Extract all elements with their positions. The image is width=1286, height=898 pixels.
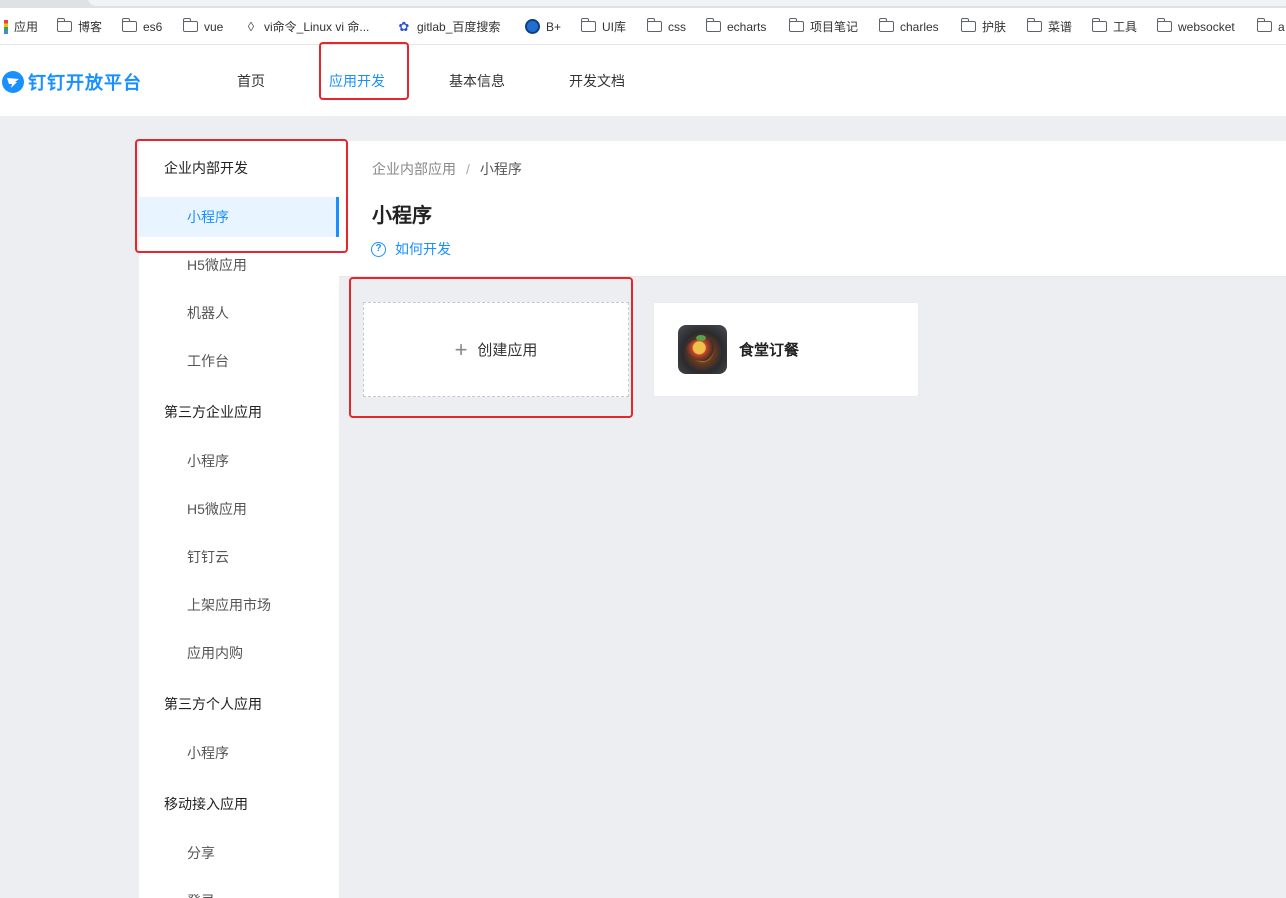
bookmark-folder[interactable]: 博客 bbox=[56, 8, 103, 44]
sidebar-group-title: 第三方个人应用 bbox=[164, 696, 262, 712]
apps-icon bbox=[4, 19, 8, 34]
breadcrumb-separator: / bbox=[466, 161, 470, 177]
bookmark-label: UI库 bbox=[602, 20, 627, 34]
bookmark-folder[interactable]: es6 bbox=[121, 8, 163, 44]
bookmark-link[interactable]: ◊ vi命令_Linux vi 命... bbox=[244, 8, 370, 44]
sidebar: 企业内部开发 小程序 H5微应用 机器人 工作台 第三方企业应用 小程序 H5微… bbox=[139, 141, 339, 898]
nav-app-development[interactable]: 应用开发 bbox=[329, 45, 385, 116]
nav-basic-info[interactable]: 基本信息 bbox=[449, 45, 505, 116]
bookmark-label: 项目笔记 bbox=[810, 20, 859, 34]
bookmark-label: B+ bbox=[546, 19, 562, 34]
vi-icon: ◊ bbox=[247, 18, 255, 34]
folder-icon bbox=[705, 18, 721, 32]
folder-icon bbox=[1256, 18, 1272, 32]
bookmark-folder[interactable]: vue bbox=[182, 8, 224, 44]
bookmark-label: 工具 bbox=[1113, 20, 1138, 34]
page-title: 小程序 bbox=[372, 205, 432, 227]
bookmark-label: gitlab_百度搜索 bbox=[417, 20, 501, 34]
sidebar-item-internal-miniprogram[interactable]: 小程序 bbox=[139, 197, 339, 237]
bookmark-label: es6 bbox=[143, 19, 163, 34]
bookmark-folder[interactable]: UI库 bbox=[580, 8, 627, 44]
sidebar-group-title: 企业内部开发 bbox=[164, 160, 248, 176]
bplus-icon bbox=[525, 19, 540, 34]
sidebar-item-dingtalk-cloud[interactable]: 钉钉云 bbox=[139, 537, 339, 577]
folder-icon bbox=[878, 18, 894, 32]
bookmark-folder[interactable]: css bbox=[646, 8, 686, 44]
bookmark-folder[interactable]: a bbox=[1256, 8, 1285, 44]
baidu-paw-icon: ✿ bbox=[398, 18, 410, 34]
bookmark-folder[interactable]: 工具 bbox=[1091, 8, 1138, 44]
bookmark-label: vue bbox=[204, 19, 224, 34]
sidebar-group-title: 移动接入应用 bbox=[164, 796, 248, 812]
plus-icon: + bbox=[454, 336, 468, 362]
bookmark-label: 菜谱 bbox=[1048, 20, 1073, 34]
bookmark-label: vi命令_Linux vi 命... bbox=[264, 20, 370, 34]
bookmark-label: a bbox=[1278, 19, 1285, 34]
sidebar-item-in-app-purchase[interactable]: 应用内购 bbox=[139, 633, 339, 673]
folder-icon bbox=[56, 18, 72, 32]
page-header: 企业内部应用 / 小程序 小程序 ? 如何开发 bbox=[339, 141, 1286, 277]
breadcrumb-item[interactable]: 企业内部应用 bbox=[372, 161, 456, 177]
bookmarks-bar: 应用 博客 es6 vue ◊ vi命令_Linux vi 命... ✿ git… bbox=[0, 8, 1286, 45]
sidebar-item-robot[interactable]: 机器人 bbox=[139, 293, 339, 333]
question-circle-icon: ? bbox=[371, 241, 386, 257]
sidebar-item-thirdparty-h5[interactable]: H5微应用 bbox=[139, 489, 339, 529]
bookmark-link[interactable]: B+ bbox=[525, 8, 562, 44]
logo[interactable]: 钉钉开放平台 bbox=[2, 69, 142, 95]
folder-icon bbox=[960, 18, 976, 32]
top-header: 钉钉开放平台 首页 应用开发 基本信息 开发文档 bbox=[0, 45, 1286, 116]
bookmark-folder[interactable]: charles bbox=[878, 8, 939, 44]
bookmark-label: echarts bbox=[727, 19, 767, 34]
folder-icon bbox=[1091, 18, 1107, 32]
folder-icon bbox=[646, 18, 662, 32]
bookmark-apps[interactable]: 应用 bbox=[4, 8, 39, 44]
breadcrumb-current: 小程序 bbox=[479, 161, 522, 177]
sidebar-item-app-market[interactable]: 上架应用市场 bbox=[139, 585, 339, 625]
bookmark-label: charles bbox=[900, 19, 939, 34]
bookmark-folder[interactable]: echarts bbox=[705, 8, 767, 44]
sidebar-item-share[interactable]: 分享 bbox=[139, 833, 339, 873]
bookmark-folder[interactable]: 项目笔记 bbox=[788, 8, 859, 44]
dingtalk-logo-icon bbox=[2, 71, 24, 93]
browser-top-strip bbox=[0, 0, 1286, 8]
nav-home[interactable]: 首页 bbox=[237, 45, 265, 116]
app-card[interactable]: 食堂订餐 bbox=[653, 302, 919, 397]
sidebar-item-internal-h5[interactable]: H5微应用 bbox=[139, 245, 339, 285]
nav-dev-docs[interactable]: 开发文档 bbox=[569, 45, 625, 116]
breadcrumb: 企业内部应用 / 小程序 bbox=[372, 159, 522, 179]
bookmark-label: websocket bbox=[1178, 19, 1235, 34]
create-app-label: 创建应用 bbox=[477, 342, 538, 359]
food-thumbnail bbox=[678, 325, 727, 374]
sidebar-item-thirdparty-miniprogram[interactable]: 小程序 bbox=[139, 441, 339, 481]
sidebar-item-workbench[interactable]: 工作台 bbox=[139, 341, 339, 381]
bookmark-link[interactable]: ✿ gitlab_百度搜索 bbox=[397, 8, 501, 44]
bookmark-label: 应用 bbox=[14, 20, 39, 34]
folder-icon bbox=[788, 18, 804, 32]
logo-text: 钉钉开放平台 bbox=[28, 73, 142, 93]
how-to-develop-link[interactable]: ? 如何开发 bbox=[371, 239, 451, 259]
bookmark-label: css bbox=[668, 19, 686, 34]
bookmark-label: 护肤 bbox=[982, 20, 1007, 34]
bookmark-label: 博客 bbox=[78, 20, 103, 34]
folder-icon bbox=[182, 18, 198, 32]
app-name: 食堂订餐 bbox=[739, 342, 800, 359]
folder-icon bbox=[1156, 18, 1172, 32]
bookmark-folder[interactable]: websocket bbox=[1156, 8, 1235, 44]
sidebar-item-login[interactable]: 登录 bbox=[139, 881, 339, 898]
folder-icon bbox=[580, 18, 596, 32]
address-bar[interactable] bbox=[88, 0, 1286, 6]
create-app-card[interactable]: + 创建应用 bbox=[363, 302, 629, 397]
sidebar-item-personal-miniprogram[interactable]: 小程序 bbox=[139, 733, 339, 773]
help-link-label: 如何开发 bbox=[395, 241, 451, 257]
folder-icon bbox=[121, 18, 137, 32]
sidebar-group-title: 第三方企业应用 bbox=[164, 404, 262, 420]
folder-icon bbox=[1026, 18, 1042, 32]
bookmark-folder[interactable]: 护肤 bbox=[960, 8, 1007, 44]
bookmark-folder[interactable]: 菜谱 bbox=[1026, 8, 1073, 44]
